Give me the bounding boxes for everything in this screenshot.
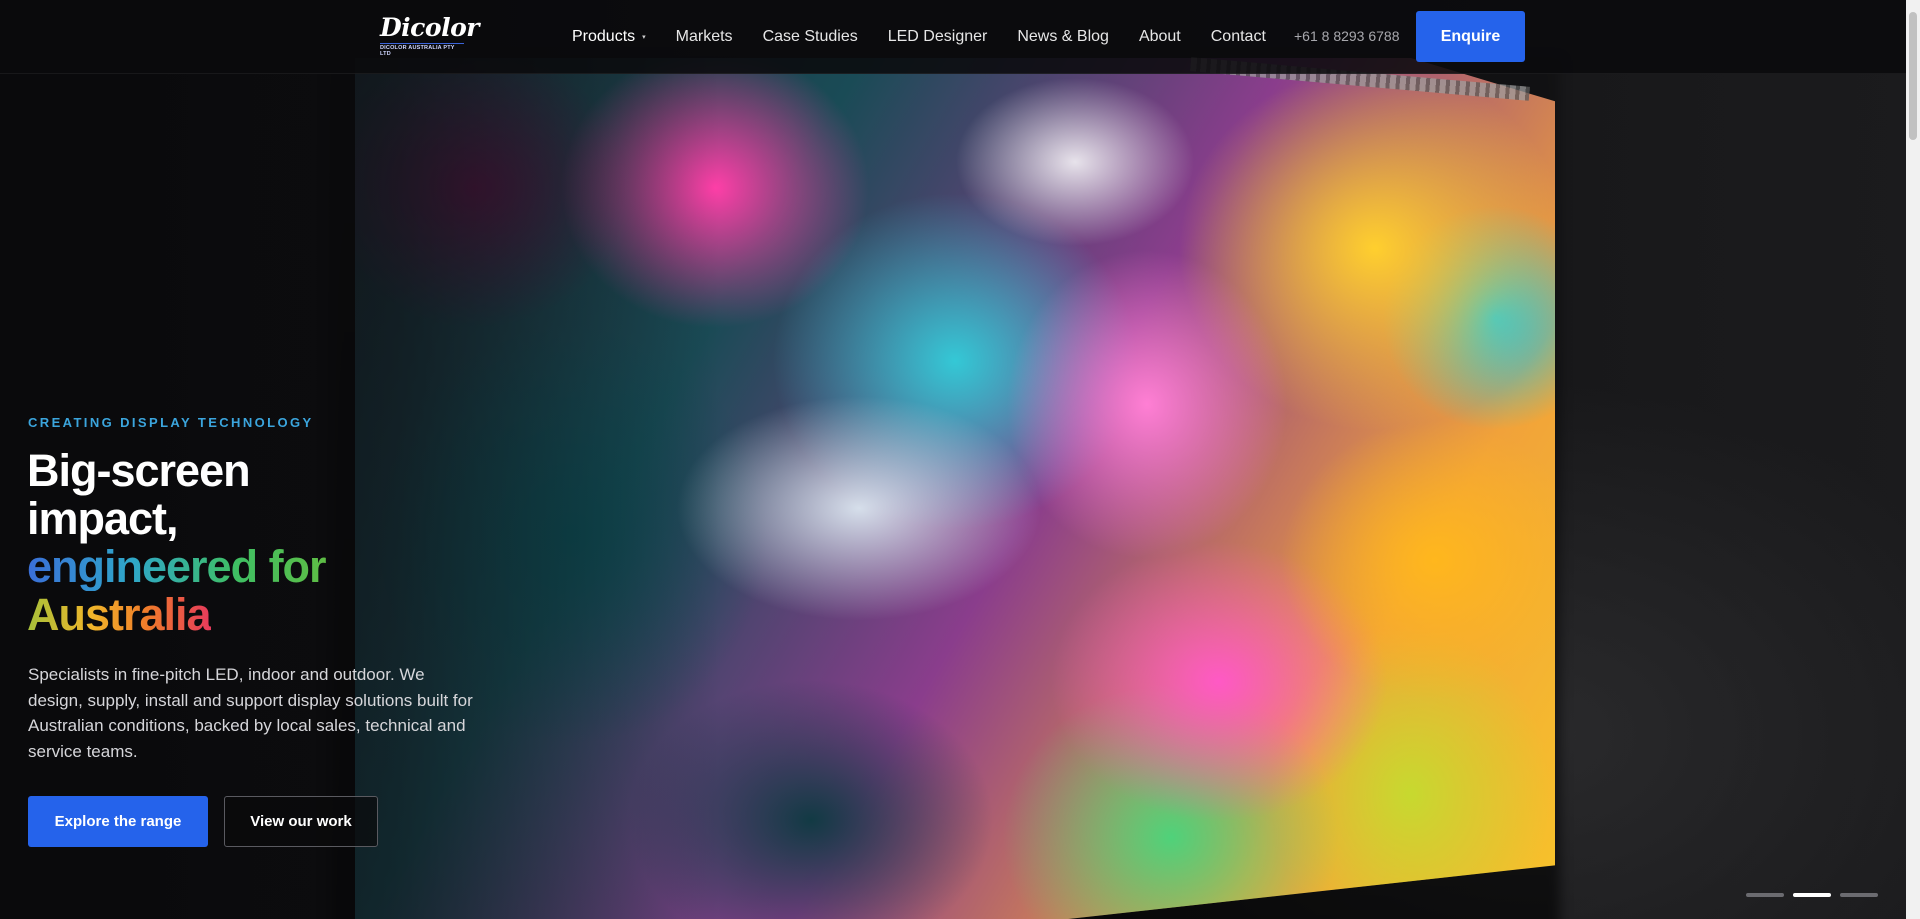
headline-line-3: engineered for: [27, 541, 327, 592]
main-nav: Products ▾ Markets Case Studies LED Desi…: [572, 25, 1296, 49]
nav-item-led-designer[interactable]: LED Designer: [888, 28, 988, 46]
nav-item-markets[interactable]: Markets: [676, 28, 733, 46]
hero-headline: Big-screen impact, engineered for Austra…: [27, 447, 467, 639]
headline-line-2: impact,: [27, 493, 179, 544]
headline-line-1: Big-screen: [27, 445, 251, 496]
slider-dot-1[interactable]: [1746, 893, 1784, 897]
nav-item-label: Markets: [675, 28, 733, 45]
chevron-down-icon: ▾: [642, 34, 646, 41]
slider-dot-3[interactable]: [1840, 893, 1878, 897]
scrollbar-thumb[interactable]: [1909, 12, 1917, 140]
page-scrollbar[interactable]: [1906, 0, 1920, 919]
slider-dot-2[interactable]: [1793, 893, 1831, 897]
slider-pagination: [1746, 893, 1887, 897]
enquire-button[interactable]: Enquire: [1416, 11, 1525, 62]
hero-eyebrow: CREATING DISPLAY TECHNOLOGY: [28, 415, 314, 430]
explore-range-button[interactable]: Explore the range: [28, 796, 208, 847]
site-header: Dicolor DICOLOR AUSTRALIA PTY LTD Produc…: [0, 0, 1920, 74]
logo-subtitle: DICOLOR AUSTRALIA PTY LTD: [380, 43, 464, 57]
nav-item-label: Contact: [1210, 28, 1266, 45]
nav-item-news-blog[interactable]: News & Blog: [1017, 28, 1109, 46]
hero-description: Specialists in fine-pitch LED, indoor an…: [28, 665, 473, 761]
nav-item-label: About: [1138, 28, 1181, 45]
dicolor-logo[interactable]: Dicolor DICOLOR AUSTRALIA PTY LTD: [380, 14, 479, 57]
nav-item-label: Case Studies: [762, 28, 858, 45]
nav-item-case-studies[interactable]: Case Studies: [763, 28, 858, 46]
phone-link[interactable]: +61 8 8293 6788: [1294, 28, 1400, 44]
headline-line-4: Australia: [27, 589, 212, 640]
nav-item-about[interactable]: About: [1139, 28, 1181, 46]
nav-item-contact[interactable]: Contact: [1211, 28, 1266, 46]
nav-item-label: News & Blog: [1017, 28, 1109, 45]
nav-item-products[interactable]: Products ▾: [572, 28, 646, 46]
nav-item-label: Products: [572, 28, 636, 45]
nav-item-label: LED Designer: [887, 28, 988, 45]
logo-wordmark: Dicolor: [380, 13, 479, 42]
view-work-button[interactable]: View our work: [224, 796, 378, 847]
